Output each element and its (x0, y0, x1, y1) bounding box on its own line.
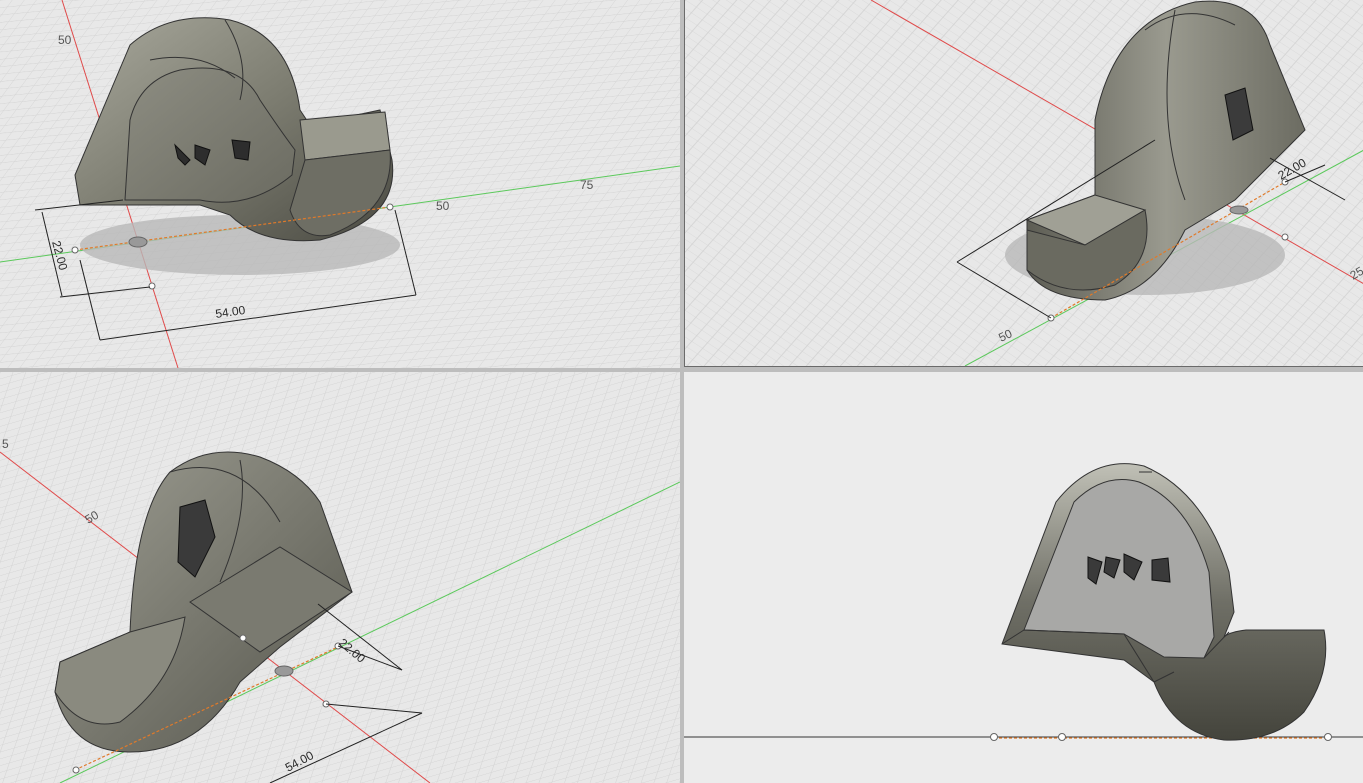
sketch-point[interactable] (1324, 733, 1332, 741)
sketch-point[interactable] (71, 246, 79, 254)
viewport-top-left[interactable]: 50 50 75 22.00 54.00 (0, 0, 680, 368)
sketch-point[interactable] (72, 766, 80, 774)
viewport-bottom-right[interactable] (684, 372, 1363, 783)
sketch-point[interactable] (1281, 233, 1289, 241)
origin-marker[interactable] (128, 236, 148, 248)
sketch-point[interactable] (386, 203, 394, 211)
axis-tick-label: 50 (436, 199, 450, 213)
viewport-bottom-left-canvas[interactable]: 5 50 22.00 54.00 (0, 372, 680, 783)
origin-marker[interactable] (1229, 205, 1249, 215)
viewport-top-left-canvas[interactable]: 50 50 75 22.00 54.00 (0, 0, 680, 368)
sketch-point[interactable] (1058, 733, 1066, 741)
axis-tick-label: 50 (58, 33, 72, 47)
viewport-top-right-canvas[interactable]: 50 25 22.00 (685, 0, 1363, 366)
viewport-bottom-right-canvas[interactable] (684, 372, 1363, 783)
axis-tick-label: 75 (580, 178, 594, 192)
origin-marker[interactable] (274, 665, 294, 677)
viewport-bottom-left[interactable]: 5 50 22.00 54.00 (0, 372, 680, 783)
sketch-point[interactable] (990, 733, 998, 741)
sketch-point[interactable] (239, 634, 247, 642)
sketch-point[interactable] (148, 282, 156, 290)
viewport-top-right[interactable]: 50 25 22.00 (684, 0, 1363, 367)
axis-tick-label: 5 (2, 437, 9, 451)
